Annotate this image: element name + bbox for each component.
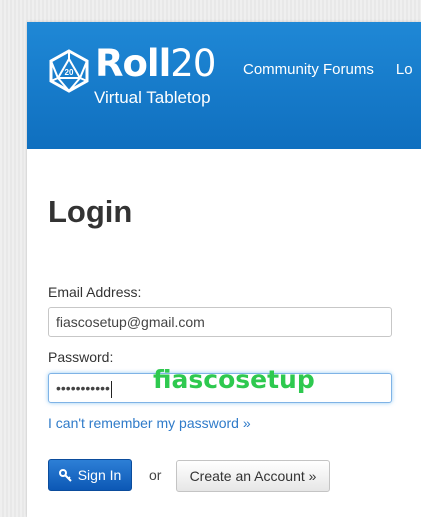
create-account-button[interactable]: Create an Account » [176, 460, 330, 492]
logo-tagline: Virtual Tabletop [94, 88, 211, 107]
create-account-label: Create an Account » [189, 468, 317, 484]
text-caret [110, 380, 112, 398]
forgot-password-link[interactable]: I can't remember my password » [48, 415, 251, 431]
logo-word-roll: Roll [95, 42, 171, 85]
site-header: 20 Roll20 Virtual Tabletop Community For… [27, 22, 421, 149]
logo-word-20: 20 [170, 42, 216, 85]
sign-in-label: Sign In [77, 467, 122, 483]
roll20-logo[interactable]: 20 Roll20 Virtual Tabletop [47, 42, 217, 114]
email-value: fiascosetup@gmail.com [56, 314, 205, 330]
top-nav: Community Forums Lo [243, 61, 421, 78]
login-card: 20 Roll20 Virtual Tabletop Community For… [27, 22, 421, 517]
email-field[interactable]: fiascosetup@gmail.com [48, 307, 392, 337]
page-title: Login [48, 194, 133, 229]
password-annotation: fiascosetup [153, 365, 315, 394]
d20-logo-icon: 20 [49, 49, 89, 93]
key-icon [58, 468, 72, 482]
sign-in-button[interactable]: Sign In [48, 459, 132, 491]
nav-community-forums[interactable]: Community Forums [243, 61, 374, 78]
password-value: ••••••••••• [56, 380, 110, 396]
logo-die-number: 20 [65, 68, 74, 77]
email-label: Email Address: [48, 284, 142, 300]
or-separator: or [149, 467, 162, 483]
password-label: Password: [48, 349, 114, 365]
logo-wordmark: Roll20 [95, 42, 216, 85]
nav-item-truncated[interactable]: Lo [396, 61, 413, 78]
